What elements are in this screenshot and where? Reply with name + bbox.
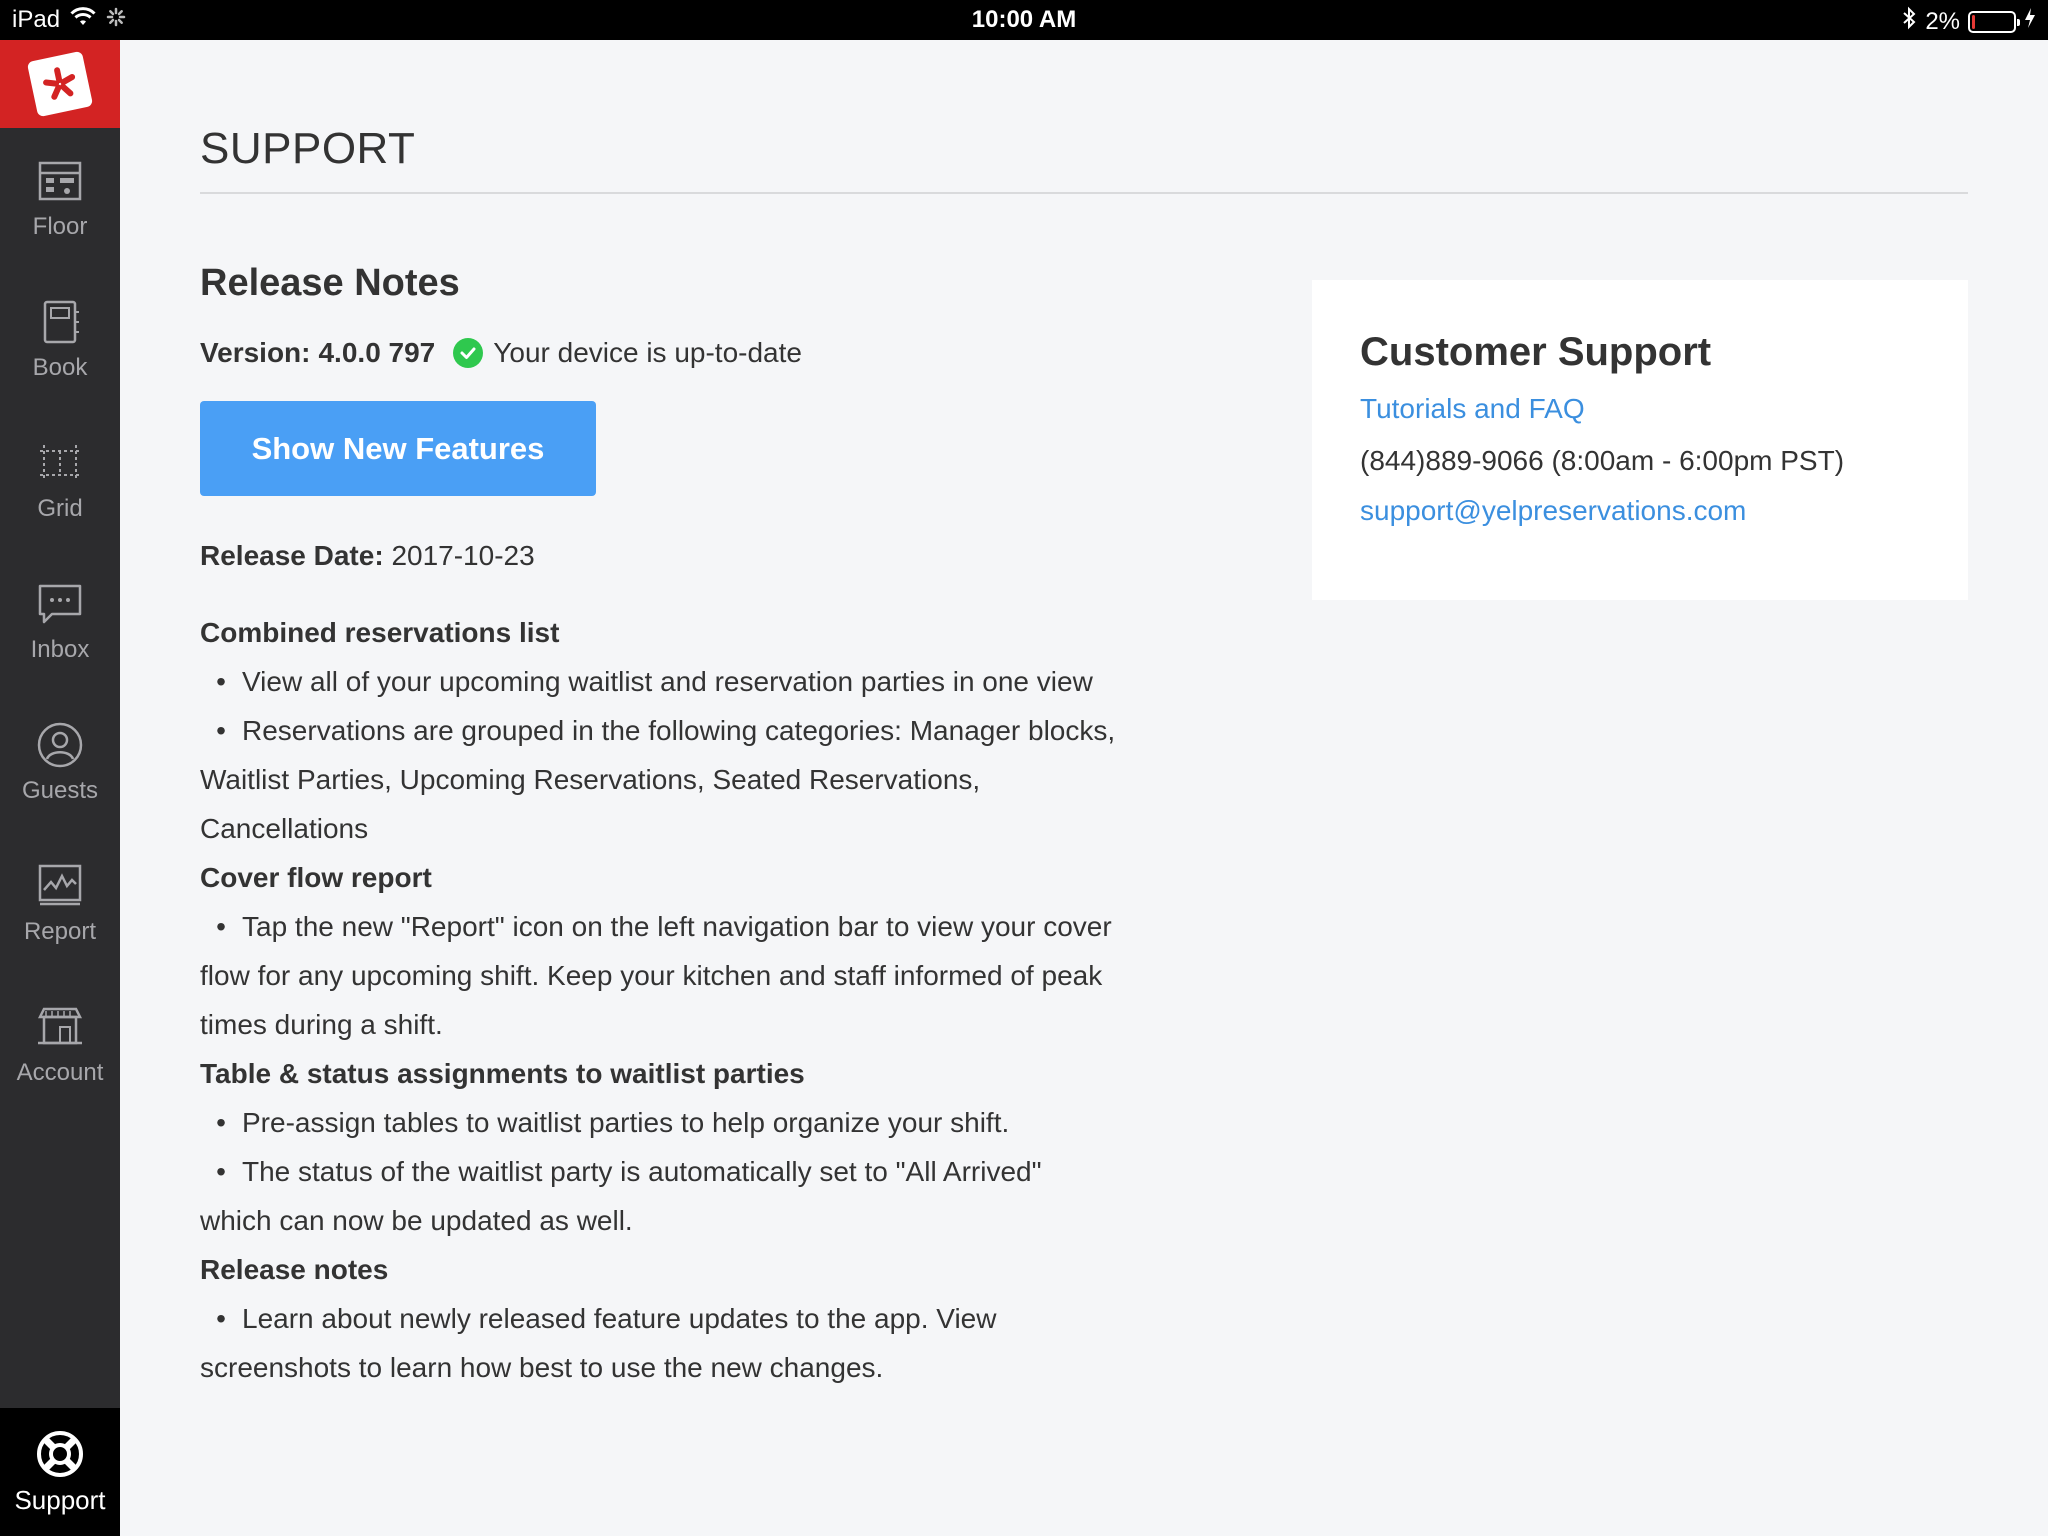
bullet-text-continued: screenshots to learn how best to use the…	[200, 1352, 884, 1383]
floor-icon	[38, 161, 82, 200]
nav-account[interactable]: Account	[0, 974, 120, 1115]
grid-icon	[40, 444, 80, 481]
version-number: 4.0.0 797	[318, 337, 436, 368]
nav-book[interactable]: Book	[0, 269, 120, 410]
version-label: Version:	[200, 337, 311, 368]
main-content: SUPPORT Release Notes Version: 4.0.0 797…	[200, 40, 1968, 1383]
show-new-features-button[interactable]: Show New Features	[200, 401, 596, 496]
bullet-dot: •	[216, 715, 226, 746]
bullet-dot: •	[216, 666, 226, 697]
bullet-text-continued: Cancellations	[200, 813, 369, 844]
check-circle-icon	[453, 338, 484, 368]
nav-inbox[interactable]: Inbox	[0, 551, 120, 692]
nav-label: Book	[32, 353, 88, 381]
release-date-label: Release Date:	[200, 540, 384, 571]
release-section-bullets: • Tap the new "Report" icon on the left n…	[200, 902, 1180, 1049]
account-icon	[37, 1007, 83, 1044]
sidebar: Floor Book Grid Inbox Guests Report Acco…	[0, 40, 120, 1536]
tutorials-faq-link[interactable]: Tutorials and FAQ	[1360, 393, 1920, 425]
bullet-text-continued: which can now be updated as well.	[200, 1205, 633, 1236]
release-section-bullets: • Pre-assign tables to waitlist parties t…	[200, 1098, 1180, 1245]
status-time: 10:00 AM	[971, 6, 1077, 33]
nav-guests[interactable]: Guests	[0, 692, 120, 833]
support-email-link[interactable]: support@yelpreservations.com	[1360, 495, 1920, 527]
bullet-text: Tap the new "Report" icon on the left na…	[242, 911, 1112, 942]
release-notes-list: Combined reservations list • View all of y…	[200, 608, 1180, 1392]
bullet-dot: •	[216, 1107, 226, 1138]
inbox-icon	[38, 584, 82, 623]
bullet-text: Pre-assign tables to waitlist parties to…	[242, 1107, 1010, 1138]
list-item: • Tap the new "Report" icon on the left n…	[200, 902, 1180, 1049]
release-notes-panel: Release Notes Version: 4.0.0 797 Your de…	[200, 262, 1180, 1392]
list-item: • Pre-assign tables to waitlist parties t…	[200, 1098, 1180, 1147]
battery-icon	[1968, 10, 2020, 33]
release-section-bullets: • View all of your upcoming waitlist and …	[200, 657, 1180, 853]
list-item: • View all of your upcoming waitlist and …	[200, 657, 1180, 706]
release-date: Release Date: 2017-10-23	[200, 540, 1180, 572]
list-item: • Learn about newly released feature upda…	[200, 1294, 1180, 1392]
nav-label: Floor	[32, 212, 88, 240]
release-date-value: 2017-10-23	[391, 540, 535, 571]
customer-support-title: Customer Support	[1360, 330, 1712, 374]
lifebuoy-icon	[37, 1430, 83, 1477]
nav-label: Support	[14, 1484, 106, 1515]
bullet-text: View all of your upcoming waitlist and r…	[242, 666, 1093, 697]
release-section-title: Cover flow report	[200, 862, 432, 893]
guests-icon	[37, 722, 83, 767]
bullet-dot: •	[216, 911, 226, 942]
bullet-text: The status of the waitlist party is auto…	[242, 1156, 1042, 1187]
battery-percent: 2%	[1925, 7, 1960, 35]
bullet-dot: •	[216, 1156, 226, 1187]
nav-label: Guests	[21, 776, 99, 804]
release-section-title: Table & status assignments to waitlist p…	[200, 1058, 805, 1089]
nav-label: Grid	[37, 494, 83, 522]
nav-label: Account	[16, 1058, 104, 1086]
bullet-text-continued: flow for any upcoming shift. Keep your k…	[200, 960, 1103, 991]
title-divider	[200, 192, 1968, 194]
bullet-text: Learn about newly released feature updat…	[242, 1303, 997, 1334]
charging-icon	[2024, 7, 2036, 36]
report-icon	[38, 864, 82, 905]
nav-report[interactable]: Report	[0, 833, 120, 974]
up-to-date-status: Your device is up-to-date	[493, 337, 802, 368]
list-item: • The status of the waitlist party is aut…	[200, 1147, 1180, 1245]
customer-support-card: Customer Support Tutorials and FAQ (844)…	[1312, 280, 1968, 600]
nav-floor[interactable]: Floor	[0, 128, 120, 269]
bluetooth-icon	[1901, 6, 1917, 37]
nav-label: Report	[23, 917, 97, 945]
bullet-dot: •	[216, 1303, 226, 1334]
support-phone: (844)889-9066 (8:00am - 6:00pm PST)	[1360, 445, 1845, 476]
yelp-logo[interactable]	[0, 40, 120, 128]
release-section-bullets: • Learn about newly released feature upda…	[200, 1294, 1180, 1392]
nav-label: Inbox	[30, 635, 90, 663]
nav-grid[interactable]: Grid	[0, 410, 120, 551]
bullet-text: Reservations are grouped in the followin…	[242, 715, 1116, 746]
status-bar: iPad 10:00 AM 2%	[0, 0, 2048, 40]
release-section-title: Combined reservations list	[200, 617, 560, 648]
version-row: Version: 4.0.0 797 Your device is up-to-…	[200, 337, 1180, 369]
release-section-title: Release notes	[200, 1254, 389, 1285]
release-notes-heading: Release Notes	[200, 262, 460, 304]
bullet-text-continued: Waitlist Parties, Upcoming Reservations,…	[200, 764, 981, 795]
book-icon	[43, 300, 79, 343]
yelp-burst-icon	[26, 50, 94, 118]
page-title: SUPPORT	[200, 124, 416, 173]
list-item: • Reservations are grouped in the followi…	[200, 706, 1180, 853]
nav-support[interactable]: Support	[0, 1408, 120, 1536]
bullet-text-continued: times during a shift.	[200, 1009, 443, 1040]
